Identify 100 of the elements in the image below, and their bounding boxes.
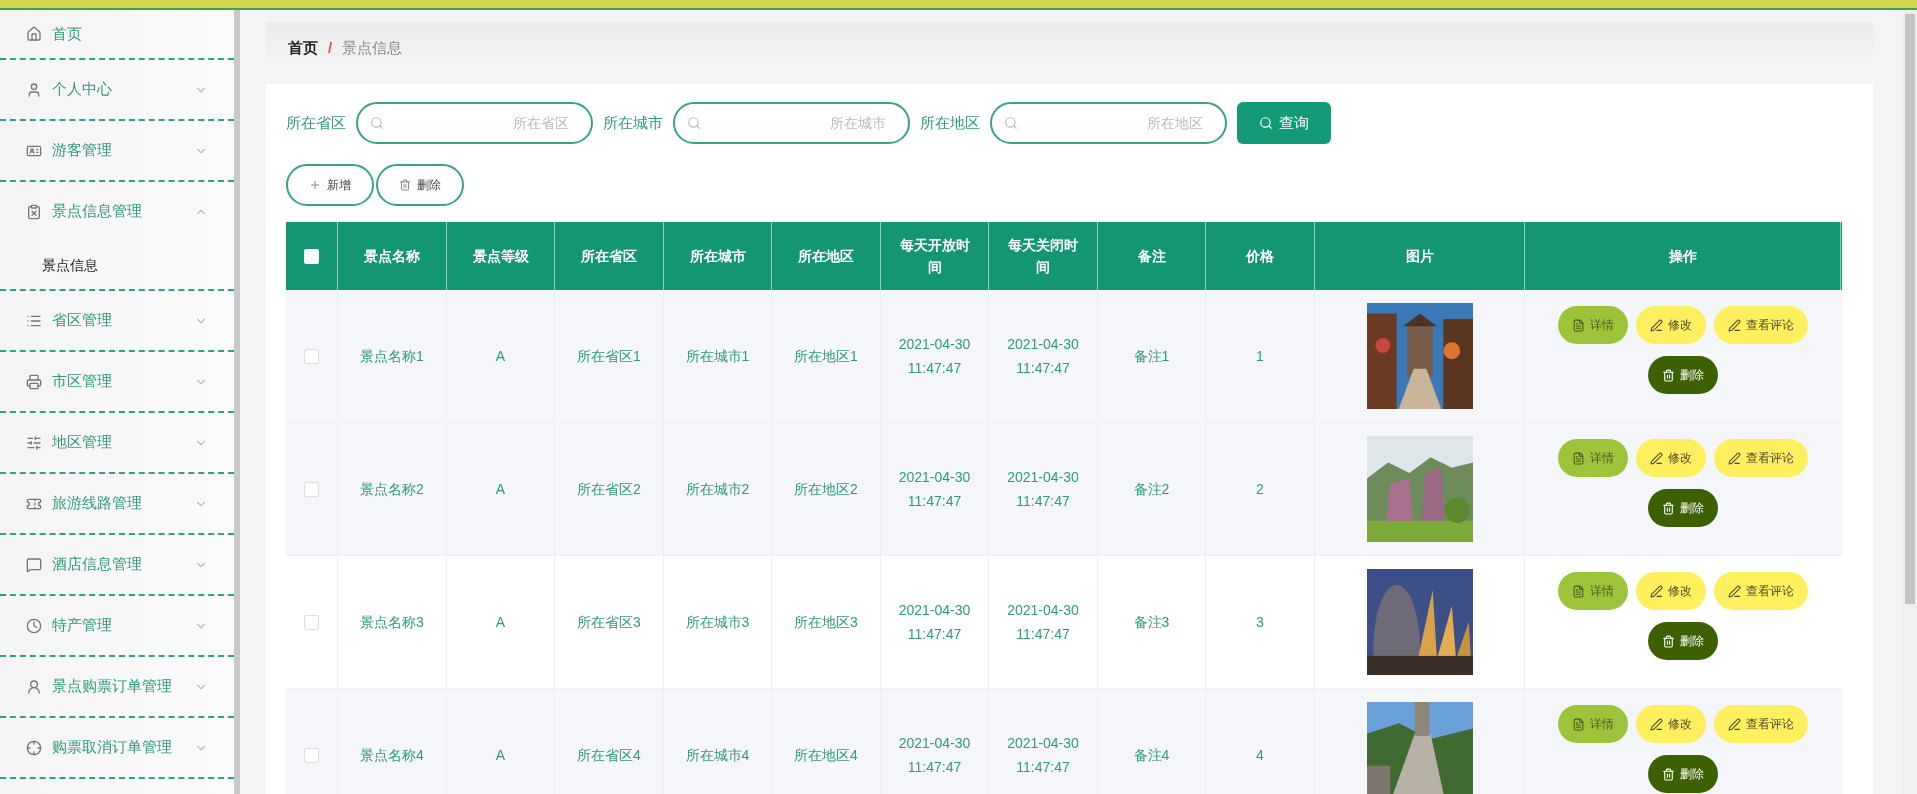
field-label: 所在地区	[920, 112, 980, 133]
user-icon	[26, 81, 42, 98]
trash-icon	[1662, 368, 1675, 382]
table-cell-text: 景点名称2	[360, 480, 424, 499]
details-button[interactable]: 详情	[1558, 705, 1628, 743]
search-icon	[1259, 116, 1273, 130]
trash-icon	[1662, 767, 1675, 781]
row-checkbox[interactable]	[304, 481, 319, 497]
search-icon	[1004, 116, 1018, 130]
table-cell-text: 备注2	[1133, 480, 1170, 499]
select-all-checkbox[interactable]	[304, 248, 319, 264]
trash-icon	[1662, 634, 1675, 648]
delete-button[interactable]: 删除	[1648, 755, 1718, 793]
table-cell-text: 景点名称4	[360, 746, 424, 765]
table-cell-text: 2021-04-30 11:47:47	[897, 601, 972, 644]
table-cell-text: 所在地区2	[794, 480, 858, 499]
sidebar-item[interactable]: 酒店信息管理	[0, 535, 234, 594]
sidebar-item[interactable]: 景点信息管理	[0, 182, 234, 241]
row-checkbox[interactable]	[304, 614, 319, 630]
edit-button[interactable]: 查看评论	[1714, 572, 1808, 610]
home-icon	[26, 26, 42, 42]
sidebar-item[interactable]: 首页	[0, 10, 234, 58]
clock-icon	[26, 617, 42, 634]
pen-icon	[1650, 318, 1663, 332]
pen-icon	[1650, 717, 1663, 731]
details-button[interactable]: 详情	[1558, 572, 1628, 610]
table-cell-text: 备注3	[1133, 613, 1170, 632]
document-icon	[1572, 717, 1585, 731]
submenu-item[interactable]: 景点信息	[0, 241, 234, 289]
table-cell-text: 2021-04-30 11:47:47	[1006, 601, 1080, 644]
edit-button[interactable]: 修改	[1636, 439, 1706, 477]
table-cell-text: 2021-04-30 11:47:47	[1006, 335, 1080, 378]
search-input[interactable]: 所在省区	[392, 112, 579, 134]
table-cell-text: 所在城市1	[685, 347, 750, 366]
table-cell-text: 2021-04-30 11:47:47	[897, 734, 972, 777]
table-cell-text: 所在城市4	[685, 746, 750, 765]
edit-button[interactable]: 查看评论	[1714, 705, 1808, 743]
sidebar-item[interactable]: 购票取消订单管理	[0, 718, 234, 777]
row-checkbox[interactable]	[304, 747, 319, 763]
search-field[interactable]: 所在城市	[673, 102, 910, 144]
pen-icon	[1650, 451, 1663, 465]
document-icon	[1572, 584, 1585, 598]
field-label: 所在城市	[603, 112, 663, 133]
trash-icon	[399, 179, 411, 191]
search-icon	[687, 116, 701, 130]
trash-icon	[1662, 501, 1675, 515]
search-input[interactable]: 所在城市	[709, 112, 896, 134]
add-button[interactable]: 新增	[286, 164, 374, 206]
search-field[interactable]: 所在省区	[356, 102, 593, 144]
sidebar-item[interactable]: 旅游线路管理	[0, 474, 234, 533]
edit-button[interactable]: 修改	[1636, 306, 1706, 344]
delete-button[interactable]: 删除	[376, 164, 464, 206]
table-cell-text: 所在省区4	[577, 746, 641, 765]
breadcrumb-separator: /	[328, 37, 333, 58]
sidebar-item[interactable]: 个人中心	[0, 60, 234, 119]
sidebar-item[interactable]: 特产管理	[0, 596, 234, 655]
table-cell-text: 所在地区4	[794, 746, 858, 765]
table-cell-text: 景点名称3	[360, 613, 424, 632]
details-button[interactable]: 详情	[1558, 439, 1628, 477]
scrollbar-thumb[interactable]	[1905, 14, 1915, 604]
delete-button[interactable]: 删除	[1648, 622, 1718, 660]
sidebar-item[interactable]: 省区管理	[0, 291, 234, 350]
table-cell-text: 2021-04-30 11:47:47	[1006, 734, 1080, 777]
delete-button[interactable]: 删除	[1648, 356, 1718, 394]
table-cell-text: 2	[1256, 480, 1264, 499]
row-checkbox[interactable]	[304, 348, 319, 364]
table-cell-text: 所在省区2	[577, 480, 641, 499]
breadcrumb-link[interactable]: 首页	[288, 36, 318, 60]
search-icon	[370, 116, 384, 130]
sidebar-item[interactable]: 景点购票订单管理	[0, 657, 234, 716]
details-button[interactable]: 详情	[1558, 306, 1628, 344]
sidebar-item[interactable]: 地区管理	[0, 413, 234, 472]
sidebar-item[interactable]: 游客管理	[0, 121, 234, 180]
query-button[interactable]: 查询	[1237, 102, 1331, 144]
table-cell-text: 备注1	[1133, 347, 1170, 366]
table-cell-text: 4	[1256, 746, 1264, 765]
document-icon	[1572, 318, 1585, 332]
chat-icon	[26, 556, 42, 573]
document-icon	[1572, 451, 1585, 465]
table-cell-text: 2021-04-30 11:47:47	[897, 335, 972, 378]
breadcrumb-link[interactable]: 景点信息	[342, 36, 403, 60]
edit-button[interactable]: 查看评论	[1714, 306, 1808, 344]
delete-button[interactable]: 删除	[1648, 489, 1718, 527]
table-cell-text: 所在省区1	[577, 347, 641, 366]
pen-icon	[1728, 451, 1741, 465]
table-cell-text: 3	[1256, 613, 1264, 632]
table-cell-text: 所在省区3	[577, 613, 641, 632]
sidebar-item[interactable]: 市区管理	[0, 352, 234, 411]
edit-button[interactable]: 修改	[1636, 705, 1706, 743]
table-cell-text: 备注4	[1133, 746, 1170, 765]
pen-icon	[1650, 584, 1663, 598]
edit-button[interactable]: 查看评论	[1714, 439, 1808, 477]
user-icon	[26, 678, 42, 695]
pen-icon	[1728, 717, 1741, 731]
crosshair-icon	[26, 739, 42, 756]
search-field[interactable]: 所在地区	[990, 102, 1227, 144]
field-label: 所在省区	[286, 112, 346, 133]
table-cell-text: A	[495, 746, 506, 765]
search-input[interactable]: 所在地区	[1026, 112, 1213, 134]
edit-button[interactable]: 修改	[1636, 572, 1706, 610]
